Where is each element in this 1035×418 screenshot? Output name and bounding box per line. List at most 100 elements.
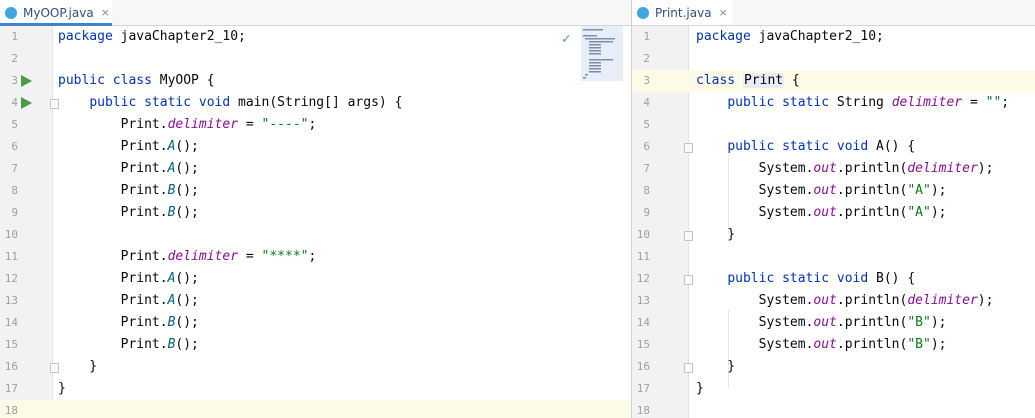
code-line[interactable]: 9 Print.B(); <box>0 202 631 224</box>
code-token: out <box>813 337 837 352</box>
code-token: = <box>238 249 262 264</box>
line-number: 4 <box>11 96 18 109</box>
fold-marker-icon[interactable] <box>684 275 693 285</box>
tab-bar: MyOOP.java × <box>0 0 631 26</box>
code-token: main(String[] args) { <box>238 95 403 110</box>
line-number: 16 <box>4 360 18 373</box>
code-token: delimiter <box>891 95 963 110</box>
line-number: 10 <box>4 228 18 241</box>
code-token: javaChapter2_10; <box>120 29 246 44</box>
code-token: String <box>836 95 892 110</box>
code-line[interactable]: 7 System.out.println(delimiter); <box>632 158 1035 180</box>
code-editor-left[interactable]: 1 package javaChapter2_10; 2 3 public class … <box>0 26 631 418</box>
code-line[interactable]: 3 public class MyOOP { <box>0 70 631 92</box>
tab-bar: Print.java × <box>632 0 1035 26</box>
code-token: ); <box>977 293 994 308</box>
code-line[interactable]: 16 } <box>632 356 1035 378</box>
code-text: System.out.println("A"); <box>696 202 947 224</box>
code-line[interactable]: 18 <box>632 400 1035 418</box>
run-gutter-icon[interactable] <box>21 75 32 87</box>
code-token: public static <box>727 95 837 110</box>
code-line[interactable]: 10 } <box>632 224 1035 246</box>
code-line[interactable]: 6 public static void A() { <box>632 136 1035 158</box>
code-token: (); <box>175 293 199 308</box>
code-line[interactable]: 5 Print.delimiter = "----"; <box>0 114 631 136</box>
close-icon[interactable]: × <box>101 6 110 19</box>
line-number: 2 <box>11 52 18 65</box>
fold-marker-icon[interactable] <box>684 231 693 241</box>
code-line[interactable]: 15 System.out.println("B"); <box>632 334 1035 356</box>
code-line[interactable]: 12 public static void B() { <box>632 268 1035 290</box>
editor-pane-print: Print.java × 1 package javaChapter2_10; 2 3… <box>632 0 1035 418</box>
code-text: Print.B(); <box>58 334 199 356</box>
code-token: "" <box>985 95 1002 110</box>
code-token: System. <box>696 293 814 308</box>
code-token: Print. <box>58 183 168 198</box>
code-text: Print.A(); <box>58 290 199 312</box>
code-line[interactable]: 13 Print.A(); <box>0 290 631 312</box>
code-token: "A" <box>907 205 931 220</box>
code-editor-right[interactable]: 1 package javaChapter2_10; 2 3 class Print {… <box>632 26 1035 418</box>
code-line[interactable]: 18 <box>0 400 631 418</box>
code-minimap[interactable] <box>581 26 623 81</box>
code-token: } <box>696 227 736 242</box>
code-token: javaChapter2_10; <box>758 29 884 44</box>
code-token: out <box>813 293 837 308</box>
code-line[interactable]: 2 <box>0 48 631 70</box>
code-text: System.out.println("B"); <box>696 312 947 334</box>
code-line[interactable]: 10 <box>0 224 631 246</box>
code-token: (); <box>175 161 199 176</box>
code-text: } <box>696 224 735 246</box>
code-text: public static void main(String[] args) { <box>58 92 402 114</box>
run-gutter-icon[interactable] <box>21 97 32 109</box>
line-number: 3 <box>643 74 650 87</box>
code-line[interactable]: 17} <box>0 378 631 400</box>
line-number: 8 <box>11 184 18 197</box>
code-line[interactable]: 17} <box>632 378 1035 400</box>
code-line[interactable]: 13 System.out.println(delimiter); <box>632 290 1035 312</box>
fold-marker-icon[interactable] <box>684 363 693 373</box>
code-line[interactable]: 8 Print.B(); <box>0 180 631 202</box>
code-line[interactable]: 2 <box>632 48 1035 70</box>
line-number: 3 <box>11 74 18 87</box>
code-token: A() { <box>876 139 916 154</box>
code-token: .println( <box>836 337 908 352</box>
code-token: .println( <box>836 161 908 176</box>
code-line[interactable]: 4 public static String delimiter = ""; <box>632 92 1035 114</box>
code-token: ); <box>930 337 947 352</box>
tab-print-java[interactable]: Print.java × <box>632 0 732 25</box>
code-line[interactable]: 15 Print.B(); <box>0 334 631 356</box>
code-line[interactable]: 16 } <box>0 356 631 378</box>
code-token: } <box>696 381 704 396</box>
code-token: Print. <box>58 337 168 352</box>
code-line[interactable]: 11 <box>632 246 1035 268</box>
code-token: Print. <box>58 271 168 286</box>
code-line[interactable]: 5 <box>632 114 1035 136</box>
code-line[interactable]: 1 package javaChapter2_10; <box>0 26 631 48</box>
code-line[interactable]: 3 class Print { <box>632 70 1035 92</box>
code-line[interactable]: 12 Print.A(); <box>0 268 631 290</box>
code-token: out <box>813 183 837 198</box>
code-line[interactable]: 7 Print.A(); <box>0 158 631 180</box>
code-line[interactable]: 4 public static void main(String[] args)… <box>0 92 631 114</box>
code-token: Print. <box>58 293 168 308</box>
line-number: 13 <box>636 294 650 307</box>
code-line[interactable]: 9 System.out.println("A"); <box>632 202 1035 224</box>
code-token: delimiter <box>907 293 978 308</box>
fold-marker-icon[interactable] <box>684 143 693 153</box>
code-line[interactable]: 1 package javaChapter2_10; <box>632 26 1035 48</box>
code-token: "B" <box>907 337 931 352</box>
code-line[interactable]: 8 System.out.println("A"); <box>632 180 1035 202</box>
code-token: ); <box>977 161 994 176</box>
code-line[interactable]: 14 Print.B(); <box>0 312 631 334</box>
code-line[interactable]: 6 Print.A(); <box>0 136 631 158</box>
close-icon[interactable]: × <box>719 6 728 19</box>
code-line[interactable]: 11 Print.delimiter = "****"; <box>0 246 631 268</box>
code-token: System. <box>696 161 814 176</box>
tab-myoop-java[interactable]: MyOOP.java × <box>0 0 112 26</box>
line-number: 11 <box>636 250 650 263</box>
code-line[interactable]: 14 System.out.println("B"); <box>632 312 1035 334</box>
